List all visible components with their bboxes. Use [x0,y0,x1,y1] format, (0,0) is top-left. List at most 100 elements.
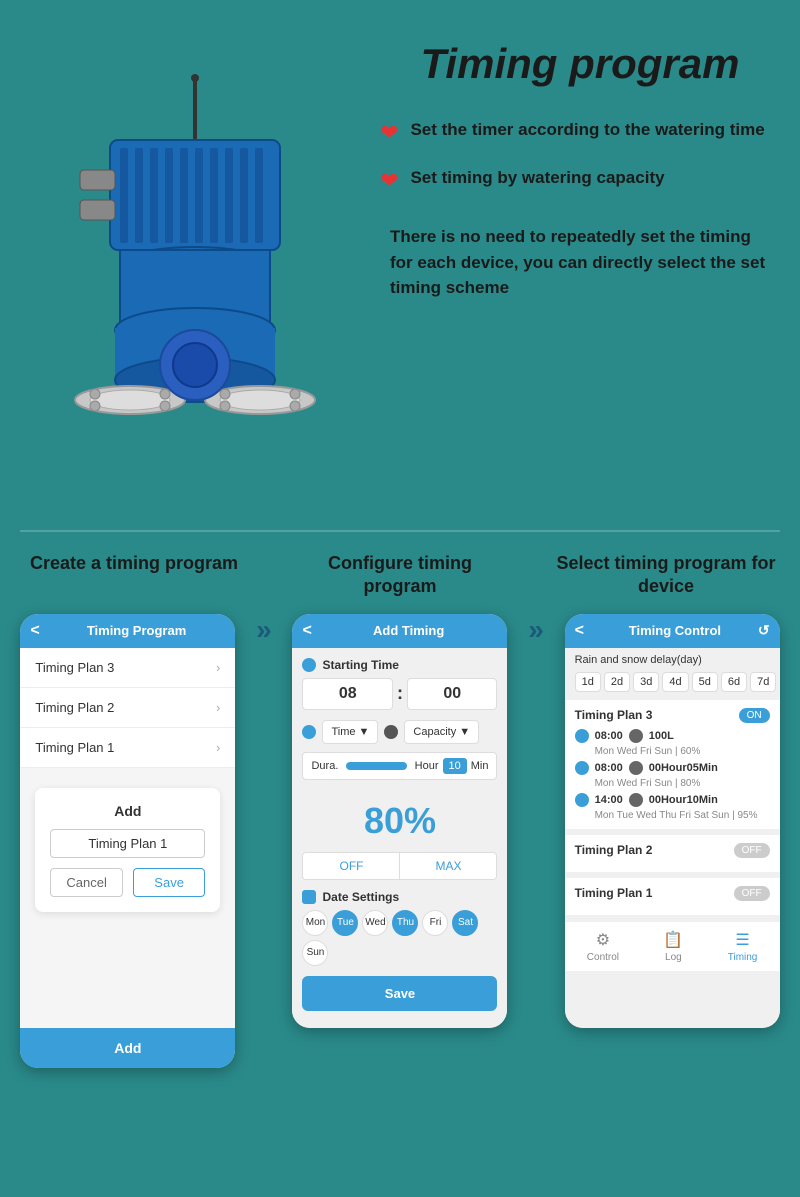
phone3-wrapper: < Timing Control ↺ Rain and snow delay(d… [565,614,780,1028]
chip-3d[interactable]: 3d [633,672,659,692]
time-display: 08 : 00 [302,678,497,710]
phone2-save-button[interactable]: Save [302,976,497,1011]
entry2-sub: Mon Wed Fri Sun | 80% [595,778,770,789]
cancel-button[interactable]: Cancel [50,868,123,897]
description-text: There is no need to repeatedly set the t… [380,224,780,301]
bullet-item-2: ❤ Set timing by watering capacity [380,166,780,194]
log-icon: 📋 [663,930,683,950]
arrow-between-2-3: » [528,614,544,646]
list-item-plan3[interactable]: Timing Plan 3 › [20,648,235,688]
nav-control[interactable]: ⚙ Control [587,930,619,963]
max-button[interactable]: MAX [400,853,496,879]
save-button[interactable]: Save [133,868,206,897]
dur-min: Min [471,760,489,772]
nav-log[interactable]: 📋 Log [663,930,683,963]
plan2-section: Timing Plan 2 OFF [565,835,780,872]
phone3-header-title: Timing Control [592,623,758,638]
phone3-bottom-nav: ⚙ Control 📋 Log ☰ Timing [565,921,780,971]
hour-box[interactable]: 08 [302,678,393,710]
right-content: Timing program ❤ Set the timer according… [360,30,780,301]
day-fri[interactable]: Fri [422,910,448,936]
plan1-toggle[interactable]: OFF [734,886,770,901]
phone3-header: < Timing Control ↺ [565,614,780,648]
day-sun[interactable]: Sun [302,940,328,966]
off-button[interactable]: OFF [303,853,400,879]
phones-header: Create a timing program Configure timing… [10,552,790,614]
phone3-body: Rain and snow delay(day) 1d 2d 3d 4d 5d … [565,648,780,1028]
plan3-header: Timing Plan 3 ON [575,708,770,723]
minute-box[interactable]: 00 [407,678,498,710]
phone1-add-button[interactable]: Add [20,1028,235,1068]
day-sat[interactable]: Sat [452,910,478,936]
bullet-text-1: Set the timer according to the watering … [410,118,764,142]
refresh-icon[interactable]: ↺ [758,622,770,639]
page-title: Timing program [380,40,780,88]
plan2-toggle[interactable]: OFF [734,843,770,858]
phones-row: < Timing Program Timing Plan 3 › Timing … [10,614,790,1068]
phone2-header: < Add Timing [292,614,507,648]
plan3-toggle[interactable]: ON [739,708,770,723]
plan1-name: Timing Plan 1 [575,886,653,900]
chip-1d[interactable]: 1d [575,672,601,692]
capacity-dropdown[interactable]: Capacity ▼ [404,720,479,744]
plan1-section: Timing Plan 1 OFF [565,878,780,915]
timing-row: Time ▼ Capacity ▼ [302,720,497,744]
phone1-header-title: Timing Program [48,623,226,638]
day-tue[interactable]: Tue [332,910,358,936]
bottom-section: Create a timing program Configure timing… [0,542,800,1088]
section-divider [20,530,780,532]
plan3-entry3: 14:00 00Hour10Min [575,793,770,807]
list-item-plan1[interactable]: Timing Plan 1 › [20,728,235,768]
bullet-item-1: ❤ Set the timer according to the waterin… [380,118,780,146]
entry3-detail: 00Hour10Min [649,794,718,806]
phone1-body: Timing Plan 3 › Timing Plan 2 › Timing P… [20,648,235,1028]
bullet-text-2: Set timing by watering capacity [410,166,664,190]
phone2-wrapper: < Add Timing Starting Time 08 : 00 [292,614,507,1028]
day-thu[interactable]: Thu [392,910,418,936]
top-section: Timing program ❤ Set the timer according… [0,0,800,520]
chip-2d[interactable]: 2d [604,672,630,692]
percentage-display: 80% [302,790,497,852]
phone3-title: Select timing program for device [556,552,776,599]
entry1-detail: 100L [649,730,674,742]
add-dialog: Add Timing Plan 1 Cancel Save [35,788,220,912]
day-wed[interactable]: Wed [362,910,388,936]
arrow-icon-plan3: › [216,660,220,675]
duration-row: Dura. Hour 10 Min [302,752,497,780]
chip-4d[interactable]: 4d [662,672,688,692]
arrow-icon-plan2: › [216,700,220,715]
chip-5d[interactable]: 5d [692,672,718,692]
entry2-detail: 00Hour05Min [649,762,718,774]
plan3-entry2: 08:00 00Hour05Min [575,761,770,775]
add-dialog-buttons: Cancel Save [50,868,205,897]
heart-icon-2: ❤ [380,168,398,194]
date-settings-label: Date Settings [302,890,497,904]
chip-6d[interactable]: 6d [721,672,747,692]
phone1-wrapper: < Timing Program Timing Plan 3 › Timing … [20,614,235,1068]
off-max-row: OFF MAX [302,852,497,880]
chip-7d[interactable]: 7d [750,672,776,692]
phone2-frame: < Add Timing Starting Time 08 : 00 [292,614,507,1028]
add-dialog-input[interactable]: Timing Plan 1 [50,829,205,858]
phone2-header-title: Add Timing [320,623,498,638]
plan2-header: Timing Plan 2 OFF [575,843,770,858]
phone2-title: Configure timing program [290,552,510,599]
phone3-back-arrow[interactable]: < [575,622,584,640]
entry2-time: 08:00 [595,762,623,774]
phone1-header: < Timing Program [20,614,235,648]
time-colon: : [397,678,403,710]
day-chips-row: 1d 2d 3d 4d 5d 6d 7d [565,672,780,700]
device-image [20,70,360,455]
days-row: Mon Tue Wed Thu Fri Sat Sun [302,910,497,966]
dur-label: Dura. [311,760,338,772]
time-dropdown[interactable]: Time ▼ [322,720,378,744]
arrow-icon-plan1: › [216,740,220,755]
phone1-back-arrow[interactable]: < [30,622,39,640]
phone3-frame: < Timing Control ↺ Rain and snow delay(d… [565,614,780,1028]
phone2-back-arrow[interactable]: < [302,622,311,640]
nav-timing[interactable]: ☰ Timing [728,930,758,963]
day-mon[interactable]: Mon [302,910,328,936]
phone1-title: Create a timing program [24,552,244,599]
list-item-plan2[interactable]: Timing Plan 2 › [20,688,235,728]
entry3-time: 14:00 [595,794,623,806]
